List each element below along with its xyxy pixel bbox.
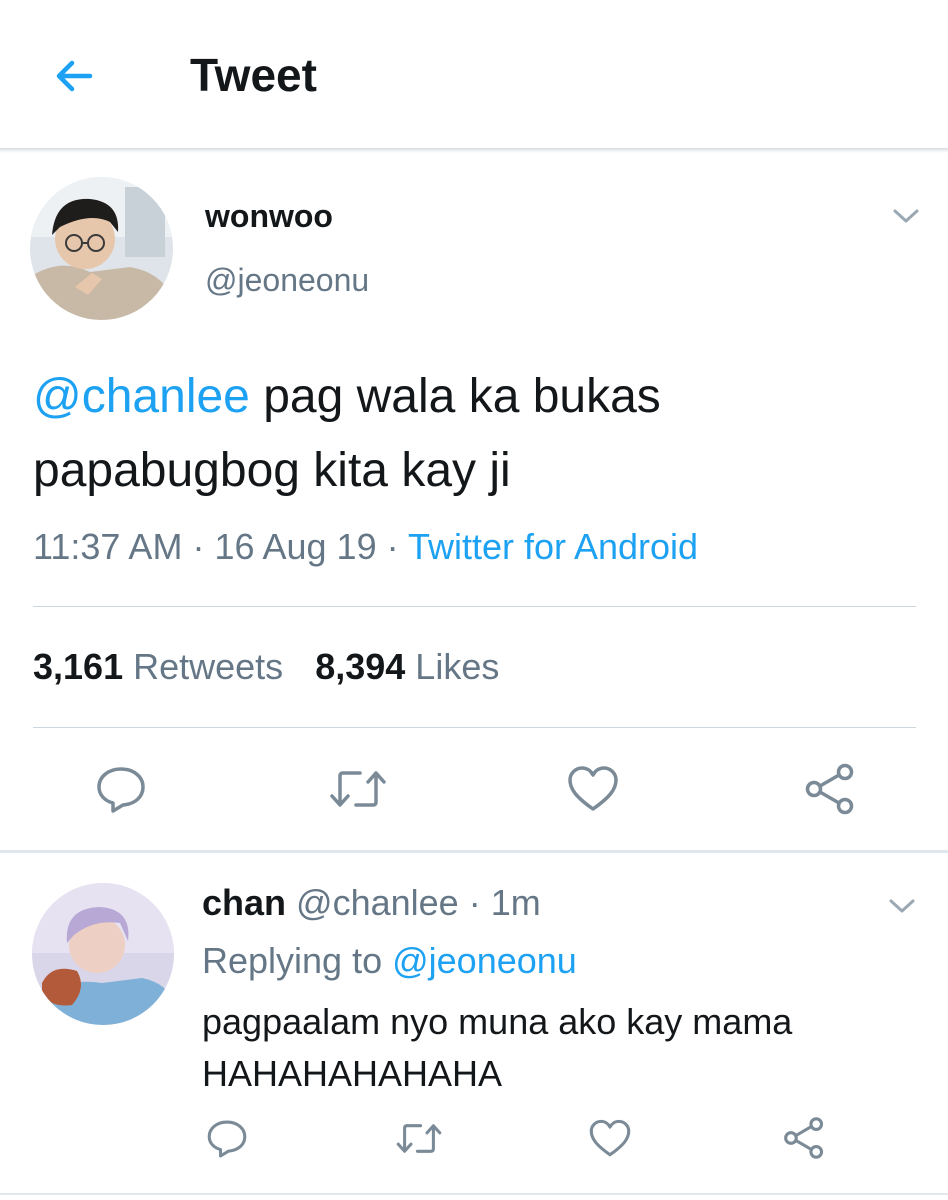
likes-stat[interactable]: 8,394 Likes [315, 646, 499, 687]
section-divider [0, 1193, 948, 1195]
author-handle[interactable]: @jeoneonu [205, 262, 369, 299]
back-arrow-icon[interactable] [50, 52, 98, 100]
reply-author-handle[interactable]: @chanlee [296, 882, 459, 923]
page-title: Tweet [190, 49, 317, 101]
retweet-icon[interactable] [395, 1120, 443, 1157]
retweets-count: 3,161 [33, 646, 124, 687]
like-icon[interactable] [588, 1118, 632, 1159]
replying-prefix: Replying to [202, 940, 393, 981]
retweets-label: Retweets [133, 646, 284, 687]
top-bar: Tweet [0, 0, 948, 150]
tweet-source-link[interactable]: Twitter for Android [408, 526, 698, 567]
share-icon[interactable] [803, 762, 857, 816]
tweet-time: 11:37 AM [33, 526, 183, 567]
avatar[interactable] [30, 177, 173, 320]
reply-icon[interactable] [205, 1118, 249, 1160]
avatar[interactable] [32, 883, 174, 1025]
chevron-down-icon[interactable] [888, 896, 916, 916]
replying-to: Replying to @jeoneonu [202, 940, 577, 982]
tweet-meta: 11:37 AM · 16 Aug 19 · Twitter for Andro… [33, 526, 698, 568]
reply-header: chan @chanlee · 1m [202, 882, 541, 924]
replying-to-link[interactable]: @jeoneonu [392, 940, 577, 981]
retweet-icon[interactable] [328, 766, 388, 812]
tweet-stats: 3,161 Retweets 8,394 Likes [33, 646, 499, 688]
divider [33, 727, 916, 728]
tweet-date: 16 Aug 19 [214, 526, 377, 567]
mention-link[interactable]: @chanlee [33, 370, 250, 423]
meta-separator: · [182, 526, 215, 567]
meta-separator: · [458, 882, 491, 923]
divider [33, 606, 916, 607]
meta-separator: · [376, 526, 408, 567]
header-divider [0, 148, 948, 153]
like-icon[interactable] [566, 764, 620, 814]
section-divider [0, 850, 948, 853]
reply-text: pagpaalam nyo muna ako kay mama HAHAHAHA… [202, 1001, 793, 1094]
share-icon[interactable] [782, 1116, 826, 1160]
tweet-text: @chanlee pag wala ka bukas papabugbog ki… [33, 360, 913, 508]
retweets-stat[interactable]: 3,161 Retweets [33, 646, 283, 687]
reply-age: 1m [490, 882, 541, 923]
reply-icon[interactable] [94, 764, 148, 816]
likes-count: 8,394 [315, 646, 406, 687]
reply-author-name[interactable]: chan [202, 882, 286, 923]
chevron-down-icon[interactable] [892, 206, 920, 226]
author-name[interactable]: wonwoo [205, 198, 333, 235]
likes-label: Likes [415, 646, 500, 687]
